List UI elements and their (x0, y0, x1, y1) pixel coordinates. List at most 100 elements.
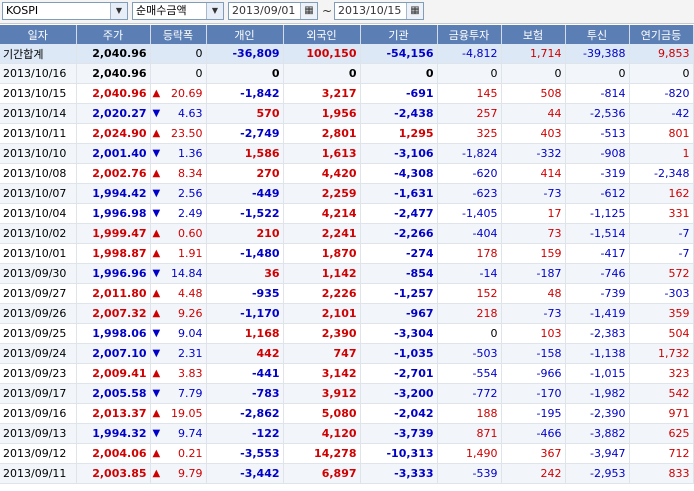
price-cell: 2,009.41 (76, 363, 151, 384)
institution-cell: -2,438 (360, 103, 438, 124)
table-row[interactable]: 2013/10/10 2,001.40 ▼ 1.36 1,586 1,613 -3,106-… (0, 143, 694, 164)
price-cell: 1,999.47 (76, 223, 151, 244)
up-arrow-icon: ▲ (152, 228, 161, 239)
col-insurance-header[interactable]: 보험 (501, 25, 566, 44)
trust-cell: -814 (565, 83, 630, 104)
table-row[interactable]: 2013/09/27 2,011.80 ▲ 4.48 -935 2,226 -1,257 15… (0, 283, 694, 304)
table-row[interactable]: 2013/10/16 2,040.96 0 0 0 0 0 0 0 0 (0, 63, 694, 84)
chevron-down-icon[interactable]: ▼ (206, 3, 223, 19)
table-row[interactable]: 2013/10/02 1,999.47 ▲ 0.60 210 2,241 -2,266 -40… (0, 223, 694, 244)
change-cell: ▲ 3.83 (150, 363, 207, 384)
insurance-cell: -170 (501, 383, 566, 404)
insurance-cell: 403 (501, 123, 566, 144)
trust-cell: -1,419 (565, 303, 630, 324)
col-price-header[interactable]: 주가 (76, 25, 151, 44)
date-cell: 2013/09/13 (0, 423, 77, 444)
investor-trading-table: 일자 주가 등락폭 개인 외국인 기관 금융투자 보험 투신 연기금등 기간합계 2,040.96 0… (0, 25, 694, 484)
col-date-header[interactable]: 일자 (0, 25, 77, 44)
metric-select[interactable]: 순매수금액 ▼ (132, 2, 224, 20)
up-arrow-icon: ▲ (152, 308, 161, 319)
calendar-icon[interactable]: ▦ (406, 3, 423, 19)
fin-invest-cell: -14 (437, 263, 502, 284)
table-row[interactable]: 2013/09/30 1,996.96 ▼ 14.84 36 1,142 -854 -14 -1… (0, 263, 694, 284)
foreign-cell: 14,278 (283, 443, 361, 464)
trust-cell: -1,125 (565, 203, 630, 224)
institution-cell: -54,156 (360, 44, 438, 64)
individual-cell: 1,586 (206, 143, 284, 164)
fin-invest-cell: 218 (437, 303, 502, 324)
insurance-cell: 1,714 (501, 44, 566, 64)
date-from-value: 2013/09/01 (232, 4, 296, 17)
price-cell: 1,996.96 (76, 263, 151, 284)
down-arrow-icon: ▼ (152, 208, 161, 219)
market-select-value: KOSPI (6, 4, 39, 17)
toolbar: KOSPI ▼ 순매수금액 ▼ 2013/09/01 ▦ ~ 2013/10/1… (0, 0, 694, 24)
up-arrow-icon: ▲ (152, 248, 161, 259)
table-row[interactable]: 2013/10/15 2,040.96 ▲ 20.69 -1,842 3,217 -691 1… (0, 83, 694, 104)
foreign-cell: 3,912 (283, 383, 361, 404)
pension-cell: 331 (629, 203, 694, 224)
individual-cell: -2,749 (206, 123, 284, 144)
trust-cell: -417 (565, 243, 630, 264)
institution-cell: -691 (360, 83, 438, 104)
price-cell: 2,040.96 (76, 44, 151, 64)
insurance-cell: 159 (501, 243, 566, 264)
table-row[interactable]: 2013/10/04 1,996.98 ▼ 2.49 -1,522 4,214 -2,477… (0, 203, 694, 224)
table-row[interactable]: 2013/09/24 2,007.10 ▼ 2.31 442 747 -1,035 -503-… (0, 343, 694, 364)
col-institution-header[interactable]: 기관 (360, 25, 438, 44)
change-cell: ▲ 23.50 (150, 123, 207, 144)
foreign-cell: 3,217 (283, 83, 361, 104)
table-row[interactable]: 2013/10/11 2,024.90 ▲ 23.50 -2,749 2,801 1,295… (0, 123, 694, 144)
trust-cell: -3,882 (565, 423, 630, 444)
table-row[interactable]: 2013/09/11 2,003.85 ▲ 9.79 -3,442 6,897 -3,333… (0, 463, 694, 484)
table-row[interactable]: 2013/09/13 1,994.32 ▼ 9.74 -122 4,120 -3,739 87… (0, 423, 694, 444)
down-arrow-icon: ▼ (152, 348, 161, 359)
calendar-icon[interactable]: ▦ (300, 3, 317, 19)
table-row[interactable]: 2013/09/17 2,005.58 ▼ 7.79 -783 3,912 -3,200 -7… (0, 383, 694, 404)
change-cell: ▲ 8.34 (150, 163, 207, 184)
price-cell: 1,998.87 (76, 243, 151, 264)
change-value: 7.79 (178, 387, 203, 400)
institution-cell: -1,631 (360, 183, 438, 204)
table-row[interactable]: 2013/10/08 2,002.76 ▲ 8.34 270 4,420 -4,308 -62… (0, 163, 694, 184)
table-row[interactable]: 2013/09/25 1,998.06 ▼ 9.04 1,168 2,390 -3,304 0… (0, 323, 694, 344)
individual-cell: 36 (206, 263, 284, 284)
price-cell: 2,007.10 (76, 343, 151, 364)
price-cell: 2,004.06 (76, 443, 151, 464)
col-change-header[interactable]: 등락폭 (150, 25, 207, 44)
pension-cell: 504 (629, 323, 694, 344)
change-value: 0 (195, 67, 203, 80)
insurance-cell: 508 (501, 83, 566, 104)
trust-cell: -1,138 (565, 343, 630, 364)
table-row[interactable]: 2013/09/26 2,007.32 ▲ 9.26 -1,170 2,101 -967 21… (0, 303, 694, 324)
table-row[interactable]: 2013/09/12 2,004.06 ▲ 0.21 -3,553 14,278 -10,3… (0, 443, 694, 464)
table-row[interactable]: 2013/10/01 1,998.87 ▲ 1.91 -1,480 1,870 -274 17… (0, 243, 694, 264)
table-row[interactable]: 2013/09/16 2,013.37 ▲ 19.05 -2,862 5,080 -2,04… (0, 403, 694, 424)
date-to-field[interactable]: 2013/10/15 ▦ (334, 2, 424, 20)
pension-cell: -7 (629, 243, 694, 264)
chevron-down-icon[interactable]: ▼ (110, 3, 127, 19)
institution-cell: -274 (360, 243, 438, 264)
pension-cell: 833 (629, 463, 694, 484)
col-foreign-header[interactable]: 외국인 (283, 25, 361, 44)
change-value: 1.36 (178, 147, 203, 160)
fin-invest-cell: -554 (437, 363, 502, 384)
market-select[interactable]: KOSPI ▼ (2, 2, 128, 20)
fin-invest-cell: 325 (437, 123, 502, 144)
institution-cell: -4,308 (360, 163, 438, 184)
col-fin-invest-header[interactable]: 금융투자 (437, 25, 502, 44)
col-pension-header[interactable]: 연기금등 (629, 25, 694, 44)
foreign-cell: 2,241 (283, 223, 361, 244)
table-row[interactable]: 2013/10/14 2,020.27 ▼ 4.63 570 1,956 -2,438 257… (0, 103, 694, 124)
col-individual-header[interactable]: 개인 (206, 25, 284, 44)
fin-invest-cell: 0 (437, 63, 502, 84)
table-row[interactable]: 2013/09/23 2,009.41 ▲ 3.83 -441 3,142 -2,701 -5… (0, 363, 694, 384)
trust-cell: -2,536 (565, 103, 630, 124)
down-arrow-icon: ▼ (152, 268, 161, 279)
date-from-field[interactable]: 2013/09/01 ▦ (228, 2, 318, 20)
total-row[interactable]: 기간합계 2,040.96 0 -36,809 100,150 -54,156 -4,812… (0, 44, 694, 64)
individual-cell: 270 (206, 163, 284, 184)
table-row[interactable]: 2013/10/07 1,994.42 ▼ 2.56 -449 2,259 -1,631 -6… (0, 183, 694, 204)
col-trust-header[interactable]: 투신 (565, 25, 630, 44)
date-cell: 2013/10/14 (0, 103, 77, 124)
